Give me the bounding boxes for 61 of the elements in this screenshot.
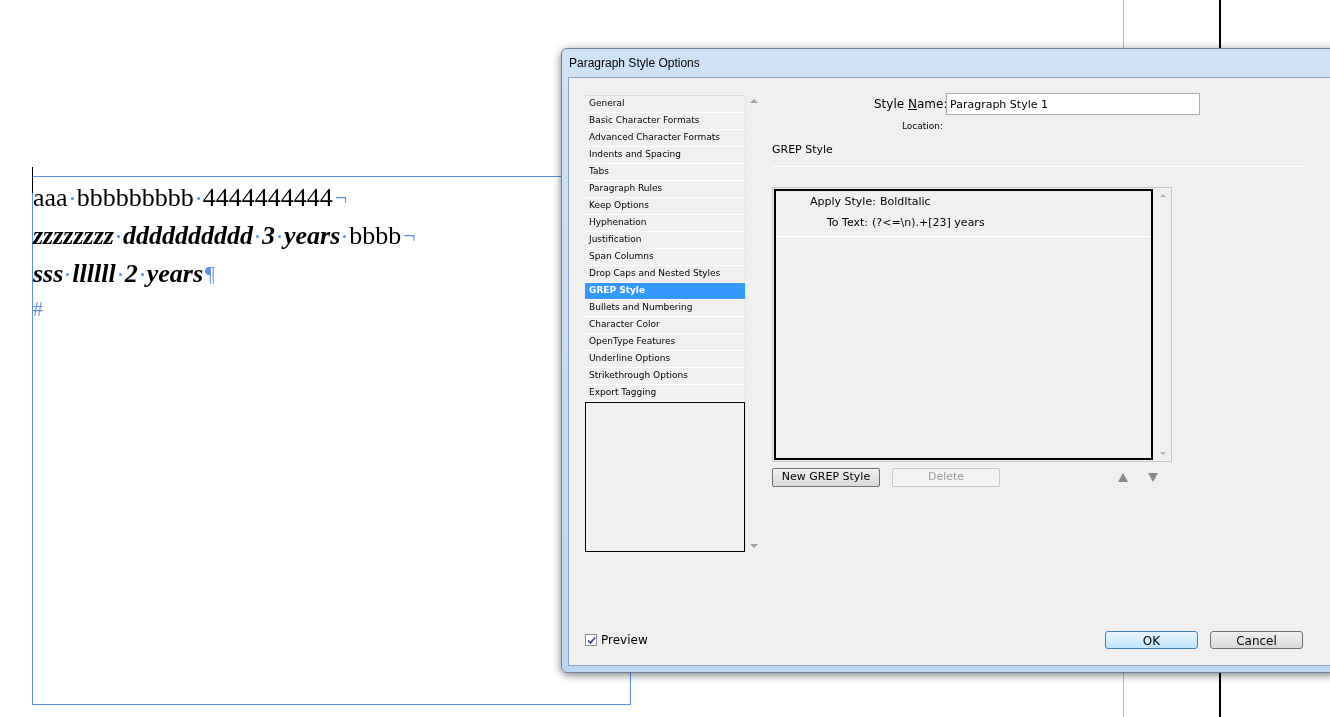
line-break-marker: ¬ xyxy=(334,184,348,212)
space-marker-icon xyxy=(70,196,74,200)
new-grep-style-button[interactable]: New GREP Style xyxy=(772,468,880,487)
category-item[interactable]: Paragraph Rules xyxy=(585,181,745,198)
window-title: Paragraph Style Options xyxy=(569,55,700,72)
category-item[interactable]: Hyphenation xyxy=(585,215,745,232)
preview-label: Preview xyxy=(601,632,648,649)
scroll-up-icon[interactable] xyxy=(1159,194,1166,197)
space-marker-icon xyxy=(343,234,347,238)
preview-checkbox[interactable] xyxy=(585,634,597,646)
space-marker-icon xyxy=(140,272,144,276)
ok-button[interactable]: OK xyxy=(1105,631,1198,649)
end-of-story-marker: # xyxy=(33,297,43,321)
category-item[interactable]: Tabs xyxy=(585,164,745,181)
category-item[interactable]: General xyxy=(585,96,745,113)
document-word: bbbb xyxy=(349,220,402,252)
move-up-icon[interactable] xyxy=(1118,473,1128,482)
style-name-field[interactable]: Paragraph Style 1 xyxy=(946,93,1200,115)
category-item[interactable]: Justification xyxy=(585,232,745,249)
category-item[interactable]: Basic Character Formats xyxy=(585,113,745,130)
scroll-down-icon[interactable] xyxy=(750,544,758,548)
space-marker-icon xyxy=(277,234,281,238)
category-item[interactable]: Character Color xyxy=(585,317,745,334)
document-word: sss xyxy=(33,258,64,290)
location-label: Location: xyxy=(902,120,944,133)
category-item[interactable]: Span Columns xyxy=(585,249,745,266)
document-word: years xyxy=(146,258,204,290)
space-marker-icon xyxy=(255,234,259,238)
document-word: 2 xyxy=(124,258,138,290)
section-title: GREP Style xyxy=(772,141,833,158)
line-break-marker: ¬ xyxy=(403,222,416,250)
space-marker-icon xyxy=(116,234,120,238)
category-item[interactable]: Strikethrough Options xyxy=(585,368,745,385)
document-word: aaa xyxy=(33,182,68,214)
document-word: years xyxy=(283,220,341,252)
scroll-up-icon[interactable] xyxy=(750,99,758,103)
to-text-value[interactable]: (?<=\n).+[23] years xyxy=(872,214,985,232)
category-item[interactable]: Advanced Character Formats xyxy=(585,130,745,147)
category-item[interactable]: OpenType Features xyxy=(585,334,745,351)
space-marker-icon xyxy=(196,196,200,200)
category-item[interactable]: Bullets and Numbering xyxy=(585,300,745,317)
category-item[interactable]: Underline Options xyxy=(585,351,745,368)
apply-style-label: Apply Style: xyxy=(810,193,876,210)
space-marker-icon xyxy=(66,272,70,276)
category-item[interactable]: Keep Options xyxy=(585,198,745,215)
grep-style-entry[interactable]: Apply Style: BoldItalic To Text: (?<=\n).+[23] years xyxy=(776,191,1151,237)
move-down-icon[interactable] xyxy=(1148,473,1158,482)
apply-style-value[interactable]: BoldItalic xyxy=(879,193,931,211)
checkmark-icon xyxy=(586,635,596,645)
document-word: 3 xyxy=(261,220,275,252)
document-word: 4444444444 xyxy=(202,182,333,214)
line-break-marker: ¶ xyxy=(205,260,215,288)
cancel-button[interactable]: Cancel xyxy=(1210,631,1303,649)
document-word: bbbbbbbbb xyxy=(76,182,194,214)
document-word: llllll xyxy=(72,258,116,290)
to-text-label: To Text: xyxy=(827,214,869,231)
space-marker-icon xyxy=(118,272,122,276)
document-word: dddddddddd xyxy=(122,220,253,252)
category-item[interactable]: Indents and Spacing xyxy=(585,147,745,164)
document-word: zzzzzzzz xyxy=(33,220,114,252)
scroll-down-icon[interactable] xyxy=(1159,452,1166,455)
